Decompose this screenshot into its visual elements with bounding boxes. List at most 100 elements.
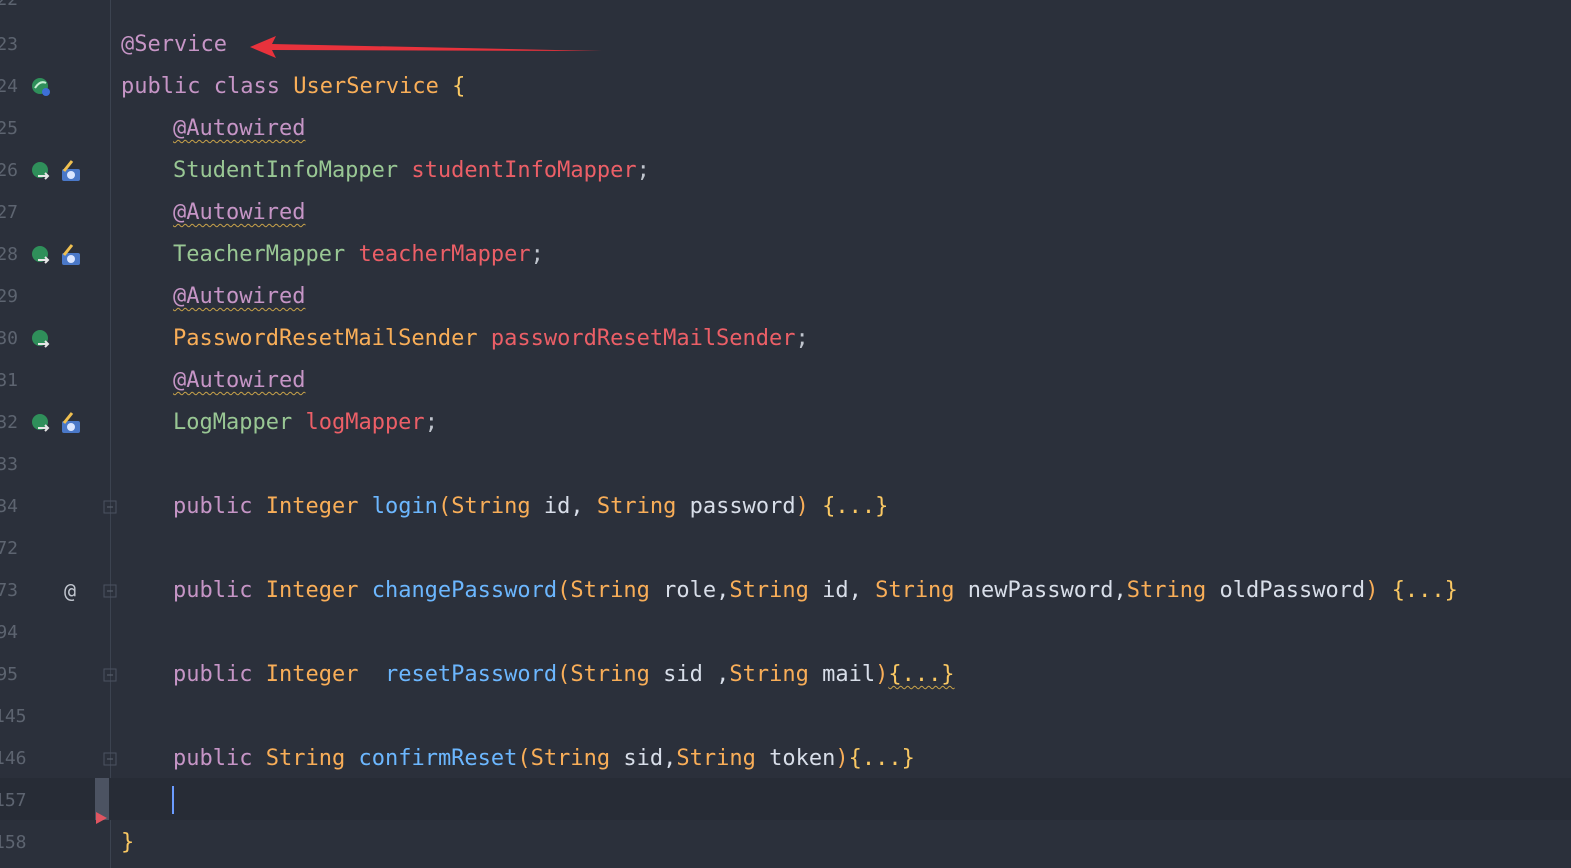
param-name: password xyxy=(676,494,796,519)
keyword: public xyxy=(173,494,253,519)
code-line[interactable]: 28 TeacherMapper teacherMapper; xyxy=(0,234,1571,276)
fold-icon[interactable] xyxy=(103,668,117,682)
code-line[interactable]: 25 @Autowired xyxy=(0,108,1571,150)
folded-body[interactable]: {...} xyxy=(822,494,888,519)
line-number: 157 xyxy=(0,790,27,811)
paren: ( xyxy=(517,746,531,771)
brace: { xyxy=(452,74,466,99)
code-line[interactable]: 23 @Service xyxy=(0,24,1571,66)
paren: ( xyxy=(557,662,571,687)
code-line-current[interactable]: 157 xyxy=(0,780,1571,822)
line-number: 158 xyxy=(0,832,27,853)
fold-icon[interactable] xyxy=(103,584,117,598)
line-number: 24 xyxy=(0,76,18,97)
code-line[interactable]: 30 PasswordResetMailSender passwordReset… xyxy=(0,318,1571,360)
punctuation: ; xyxy=(424,410,438,435)
method-name: resetPassword xyxy=(384,662,558,687)
code-text: PasswordResetMailSender passwordResetMai… xyxy=(173,318,809,360)
mapper-icon[interactable] xyxy=(58,160,84,182)
spring-bean-icon[interactable] xyxy=(30,76,52,98)
fold-icon[interactable] xyxy=(103,752,117,766)
code-line[interactable]: 34 public Integer login(String id, Strin… xyxy=(0,486,1571,528)
code-line[interactable]: 33 xyxy=(0,444,1571,486)
folded-body[interactable]: {...} xyxy=(1392,578,1458,603)
folded-body[interactable]: {...} xyxy=(888,662,954,687)
code-line[interactable]: 94 xyxy=(0,612,1571,654)
folded-body[interactable]: {...} xyxy=(849,746,915,771)
fold-icon[interactable] xyxy=(103,500,117,514)
code-line[interactable]: 95 public Integer resetPassword(String s… xyxy=(0,654,1571,696)
keyword: public xyxy=(173,662,253,687)
code-text: StudentInfoMapper studentInfoMapper; xyxy=(173,150,650,192)
param-name: role, xyxy=(649,578,730,603)
field-name: logMapper xyxy=(305,410,425,435)
autowired-annotation: @Autowired xyxy=(173,368,306,393)
code-text: public class UserService { xyxy=(121,66,465,108)
param-type: String xyxy=(530,746,611,771)
code-text: public String confirmReset(String sid,St… xyxy=(173,738,915,780)
class-name: UserService xyxy=(293,74,439,99)
code-line[interactable]: 22 xyxy=(0,0,1571,21)
line-number: 25 xyxy=(0,118,18,139)
paren: ( xyxy=(557,578,571,603)
line-number: 27 xyxy=(0,202,18,223)
punctuation: ; xyxy=(530,242,544,267)
code-line[interactable]: 145 xyxy=(0,696,1571,738)
line-number: 33 xyxy=(0,454,18,475)
line-number: 29 xyxy=(0,286,18,307)
type-name: StudentInfoMapper xyxy=(173,158,399,183)
mapper-icon[interactable] xyxy=(58,412,84,434)
autowired-annotation: @Autowired xyxy=(173,200,306,225)
line-number: 31 xyxy=(0,370,18,391)
field-name: teacherMapper xyxy=(358,242,531,267)
code-line[interactable]: 26 StudentInfoMapper studentInfoMapper; xyxy=(0,150,1571,192)
code-text: public Integer changePassword(String rol… xyxy=(173,570,1458,612)
code-text: LogMapper logMapper; xyxy=(173,402,438,444)
param-name: id, xyxy=(808,578,876,603)
line-number: 94 xyxy=(0,622,18,643)
code-line[interactable]: 31 @Autowired xyxy=(0,360,1571,402)
param-name: oldPassword xyxy=(1206,578,1366,603)
code-line[interactable]: 32 LogMapper logMapper; xyxy=(0,402,1571,444)
param-type: String xyxy=(570,662,650,687)
param-type: String xyxy=(676,746,756,771)
autowired-bean-icon[interactable] xyxy=(30,244,52,266)
code-line[interactable]: 24 public class UserService { xyxy=(0,66,1571,108)
code-line[interactable]: 27 @Autowired xyxy=(0,192,1571,234)
return-type: Integer xyxy=(265,494,359,519)
code-text: @Autowired xyxy=(173,276,305,318)
code-line[interactable]: 146 public String confirmReset(String si… xyxy=(0,738,1571,780)
field-name: studentInfoMapper xyxy=(411,158,637,183)
code-text: @Autowired xyxy=(173,192,305,234)
method-name: confirmReset xyxy=(358,746,518,771)
code-text: @Autowired xyxy=(173,108,305,150)
type-name: PasswordResetMailSender xyxy=(173,326,478,351)
line-number: 146 xyxy=(0,748,27,769)
mapper-icon[interactable] xyxy=(58,244,84,266)
code-line[interactable]: 29 @Autowired xyxy=(0,276,1571,318)
return-type: String xyxy=(265,746,346,771)
line-number: 30 xyxy=(0,328,18,349)
code-text: TeacherMapper teacherMapper; xyxy=(173,234,544,276)
code-text: @Service xyxy=(121,24,227,66)
code-editor[interactable]: 22 23 @Service 24 public class UserServi… xyxy=(0,0,1571,868)
autowired-bean-icon[interactable] xyxy=(30,412,52,434)
autowired-bean-icon[interactable] xyxy=(30,328,52,350)
implementing-at-icon[interactable]: @ xyxy=(64,570,76,612)
code-text: public Integer login(String id, String p… xyxy=(173,486,888,528)
code-text: public Integer resetPassword(String sid … xyxy=(173,654,955,696)
autowired-bean-icon[interactable] xyxy=(30,160,52,182)
code-line[interactable]: 158 } xyxy=(0,822,1571,864)
paren: ) xyxy=(835,746,849,771)
type-name: LogMapper xyxy=(173,410,293,435)
code-line[interactable]: 73 @ public Integer changePassword(Strin… xyxy=(0,570,1571,612)
code-line[interactable]: 72 xyxy=(0,528,1571,570)
param-name: mail xyxy=(808,662,876,687)
line-number: 73 xyxy=(0,580,18,601)
paren: ) xyxy=(795,494,809,519)
param-name: id, xyxy=(530,494,597,519)
param-type: String xyxy=(729,662,809,687)
line-number: 26 xyxy=(0,160,18,181)
code-text: } xyxy=(121,822,134,864)
param-name: newPassword, xyxy=(954,578,1127,603)
